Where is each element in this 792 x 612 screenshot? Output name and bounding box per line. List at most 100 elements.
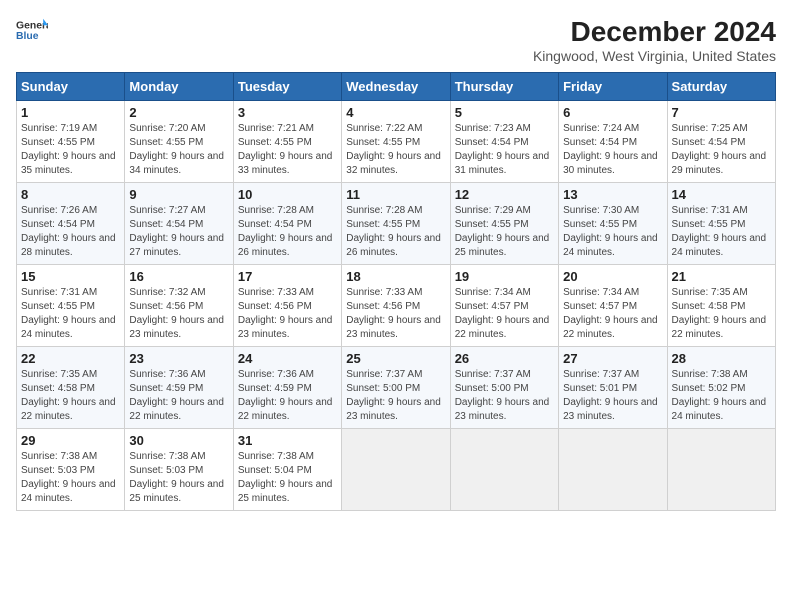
day-info: Sunrise: 7:36 AMSunset: 4:59 PMDaylight:…	[238, 368, 337, 424]
day-number: 14	[672, 187, 771, 202]
table-row: 25 Sunrise: 7:37 AMSunset: 5:00 PMDaylig…	[342, 347, 450, 429]
day-number: 26	[455, 351, 554, 366]
day-info: Sunrise: 7:37 AMSunset: 5:01 PMDaylight:…	[563, 368, 662, 424]
table-row	[450, 429, 558, 511]
day-number: 16	[129, 269, 228, 284]
calendar-week-row: 8 Sunrise: 7:26 AMSunset: 4:54 PMDayligh…	[17, 183, 776, 265]
day-info: Sunrise: 7:37 AMSunset: 5:00 PMDaylight:…	[346, 368, 445, 424]
day-number: 22	[21, 351, 120, 366]
table-row: 20 Sunrise: 7:34 AMSunset: 4:57 PMDaylig…	[559, 265, 667, 347]
day-number: 25	[346, 351, 445, 366]
calendar-week-row: 15 Sunrise: 7:31 AMSunset: 4:55 PMDaylig…	[17, 265, 776, 347]
day-number: 4	[346, 105, 445, 120]
day-number: 30	[129, 433, 228, 448]
day-number: 18	[346, 269, 445, 284]
day-info: Sunrise: 7:26 AMSunset: 4:54 PMDaylight:…	[21, 204, 120, 260]
table-row: 5 Sunrise: 7:23 AMSunset: 4:54 PMDayligh…	[450, 101, 558, 183]
calendar-week-row: 29 Sunrise: 7:38 AMSunset: 5:03 PMDaylig…	[17, 429, 776, 511]
day-number: 24	[238, 351, 337, 366]
day-number: 23	[129, 351, 228, 366]
page-subtitle: Kingwood, West Virginia, United States	[533, 48, 776, 64]
logo-icon: General Blue	[16, 16, 48, 44]
day-number: 12	[455, 187, 554, 202]
table-row	[559, 429, 667, 511]
day-info: Sunrise: 7:32 AMSunset: 4:56 PMDaylight:…	[129, 286, 228, 342]
day-number: 1	[21, 105, 120, 120]
day-number: 7	[672, 105, 771, 120]
table-row: 16 Sunrise: 7:32 AMSunset: 4:56 PMDaylig…	[125, 265, 233, 347]
day-number: 20	[563, 269, 662, 284]
day-info: Sunrise: 7:31 AMSunset: 4:55 PMDaylight:…	[672, 204, 771, 260]
day-info: Sunrise: 7:38 AMSunset: 5:03 PMDaylight:…	[21, 450, 120, 506]
day-info: Sunrise: 7:28 AMSunset: 4:54 PMDaylight:…	[238, 204, 337, 260]
table-row: 31 Sunrise: 7:38 AMSunset: 5:04 PMDaylig…	[233, 429, 341, 511]
header: General Blue December 2024 Kingwood, Wes…	[16, 16, 776, 64]
day-info: Sunrise: 7:38 AMSunset: 5:03 PMDaylight:…	[129, 450, 228, 506]
day-number: 28	[672, 351, 771, 366]
table-row: 15 Sunrise: 7:31 AMSunset: 4:55 PMDaylig…	[17, 265, 125, 347]
page-title: December 2024	[533, 16, 776, 48]
table-row: 7 Sunrise: 7:25 AMSunset: 4:54 PMDayligh…	[667, 101, 775, 183]
day-number: 31	[238, 433, 337, 448]
table-row: 10 Sunrise: 7:28 AMSunset: 4:54 PMDaylig…	[233, 183, 341, 265]
day-info: Sunrise: 7:34 AMSunset: 4:57 PMDaylight:…	[563, 286, 662, 342]
svg-text:Blue: Blue	[16, 31, 39, 42]
logo: General Blue	[16, 16, 48, 44]
table-row: 28 Sunrise: 7:38 AMSunset: 5:02 PMDaylig…	[667, 347, 775, 429]
table-row: 29 Sunrise: 7:38 AMSunset: 5:03 PMDaylig…	[17, 429, 125, 511]
day-number: 19	[455, 269, 554, 284]
day-info: Sunrise: 7:31 AMSunset: 4:55 PMDaylight:…	[21, 286, 120, 342]
day-info: Sunrise: 7:22 AMSunset: 4:55 PMDaylight:…	[346, 122, 445, 178]
table-row: 11 Sunrise: 7:28 AMSunset: 4:55 PMDaylig…	[342, 183, 450, 265]
day-info: Sunrise: 7:19 AMSunset: 4:55 PMDaylight:…	[21, 122, 120, 178]
table-row: 1 Sunrise: 7:19 AMSunset: 4:55 PMDayligh…	[17, 101, 125, 183]
day-info: Sunrise: 7:35 AMSunset: 4:58 PMDaylight:…	[672, 286, 771, 342]
table-row	[342, 429, 450, 511]
day-info: Sunrise: 7:38 AMSunset: 5:02 PMDaylight:…	[672, 368, 771, 424]
day-info: Sunrise: 7:36 AMSunset: 4:59 PMDaylight:…	[129, 368, 228, 424]
calendar-table: Sunday Monday Tuesday Wednesday Thursday…	[16, 72, 776, 511]
col-friday: Friday	[559, 73, 667, 101]
table-row: 14 Sunrise: 7:31 AMSunset: 4:55 PMDaylig…	[667, 183, 775, 265]
calendar-week-row: 22 Sunrise: 7:35 AMSunset: 4:58 PMDaylig…	[17, 347, 776, 429]
table-row: 4 Sunrise: 7:22 AMSunset: 4:55 PMDayligh…	[342, 101, 450, 183]
day-info: Sunrise: 7:35 AMSunset: 4:58 PMDaylight:…	[21, 368, 120, 424]
table-row: 26 Sunrise: 7:37 AMSunset: 5:00 PMDaylig…	[450, 347, 558, 429]
col-wednesday: Wednesday	[342, 73, 450, 101]
day-number: 13	[563, 187, 662, 202]
day-number: 5	[455, 105, 554, 120]
day-number: 6	[563, 105, 662, 120]
calendar-header-row: Sunday Monday Tuesday Wednesday Thursday…	[17, 73, 776, 101]
col-sunday: Sunday	[17, 73, 125, 101]
col-thursday: Thursday	[450, 73, 558, 101]
day-info: Sunrise: 7:33 AMSunset: 4:56 PMDaylight:…	[346, 286, 445, 342]
day-info: Sunrise: 7:27 AMSunset: 4:54 PMDaylight:…	[129, 204, 228, 260]
table-row: 13 Sunrise: 7:30 AMSunset: 4:55 PMDaylig…	[559, 183, 667, 265]
day-info: Sunrise: 7:28 AMSunset: 4:55 PMDaylight:…	[346, 204, 445, 260]
table-row: 8 Sunrise: 7:26 AMSunset: 4:54 PMDayligh…	[17, 183, 125, 265]
day-info: Sunrise: 7:23 AMSunset: 4:54 PMDaylight:…	[455, 122, 554, 178]
day-number: 27	[563, 351, 662, 366]
table-row: 17 Sunrise: 7:33 AMSunset: 4:56 PMDaylig…	[233, 265, 341, 347]
table-row: 12 Sunrise: 7:29 AMSunset: 4:55 PMDaylig…	[450, 183, 558, 265]
table-row: 19 Sunrise: 7:34 AMSunset: 4:57 PMDaylig…	[450, 265, 558, 347]
day-info: Sunrise: 7:20 AMSunset: 4:55 PMDaylight:…	[129, 122, 228, 178]
day-number: 29	[21, 433, 120, 448]
table-row: 27 Sunrise: 7:37 AMSunset: 5:01 PMDaylig…	[559, 347, 667, 429]
day-info: Sunrise: 7:33 AMSunset: 4:56 PMDaylight:…	[238, 286, 337, 342]
table-row: 21 Sunrise: 7:35 AMSunset: 4:58 PMDaylig…	[667, 265, 775, 347]
day-number: 9	[129, 187, 228, 202]
day-number: 17	[238, 269, 337, 284]
day-info: Sunrise: 7:38 AMSunset: 5:04 PMDaylight:…	[238, 450, 337, 506]
day-info: Sunrise: 7:25 AMSunset: 4:54 PMDaylight:…	[672, 122, 771, 178]
day-number: 10	[238, 187, 337, 202]
day-info: Sunrise: 7:34 AMSunset: 4:57 PMDaylight:…	[455, 286, 554, 342]
calendar-week-row: 1 Sunrise: 7:19 AMSunset: 4:55 PMDayligh…	[17, 101, 776, 183]
day-info: Sunrise: 7:21 AMSunset: 4:55 PMDaylight:…	[238, 122, 337, 178]
col-tuesday: Tuesday	[233, 73, 341, 101]
day-number: 8	[21, 187, 120, 202]
day-number: 3	[238, 105, 337, 120]
day-number: 2	[129, 105, 228, 120]
day-number: 15	[21, 269, 120, 284]
day-number: 21	[672, 269, 771, 284]
